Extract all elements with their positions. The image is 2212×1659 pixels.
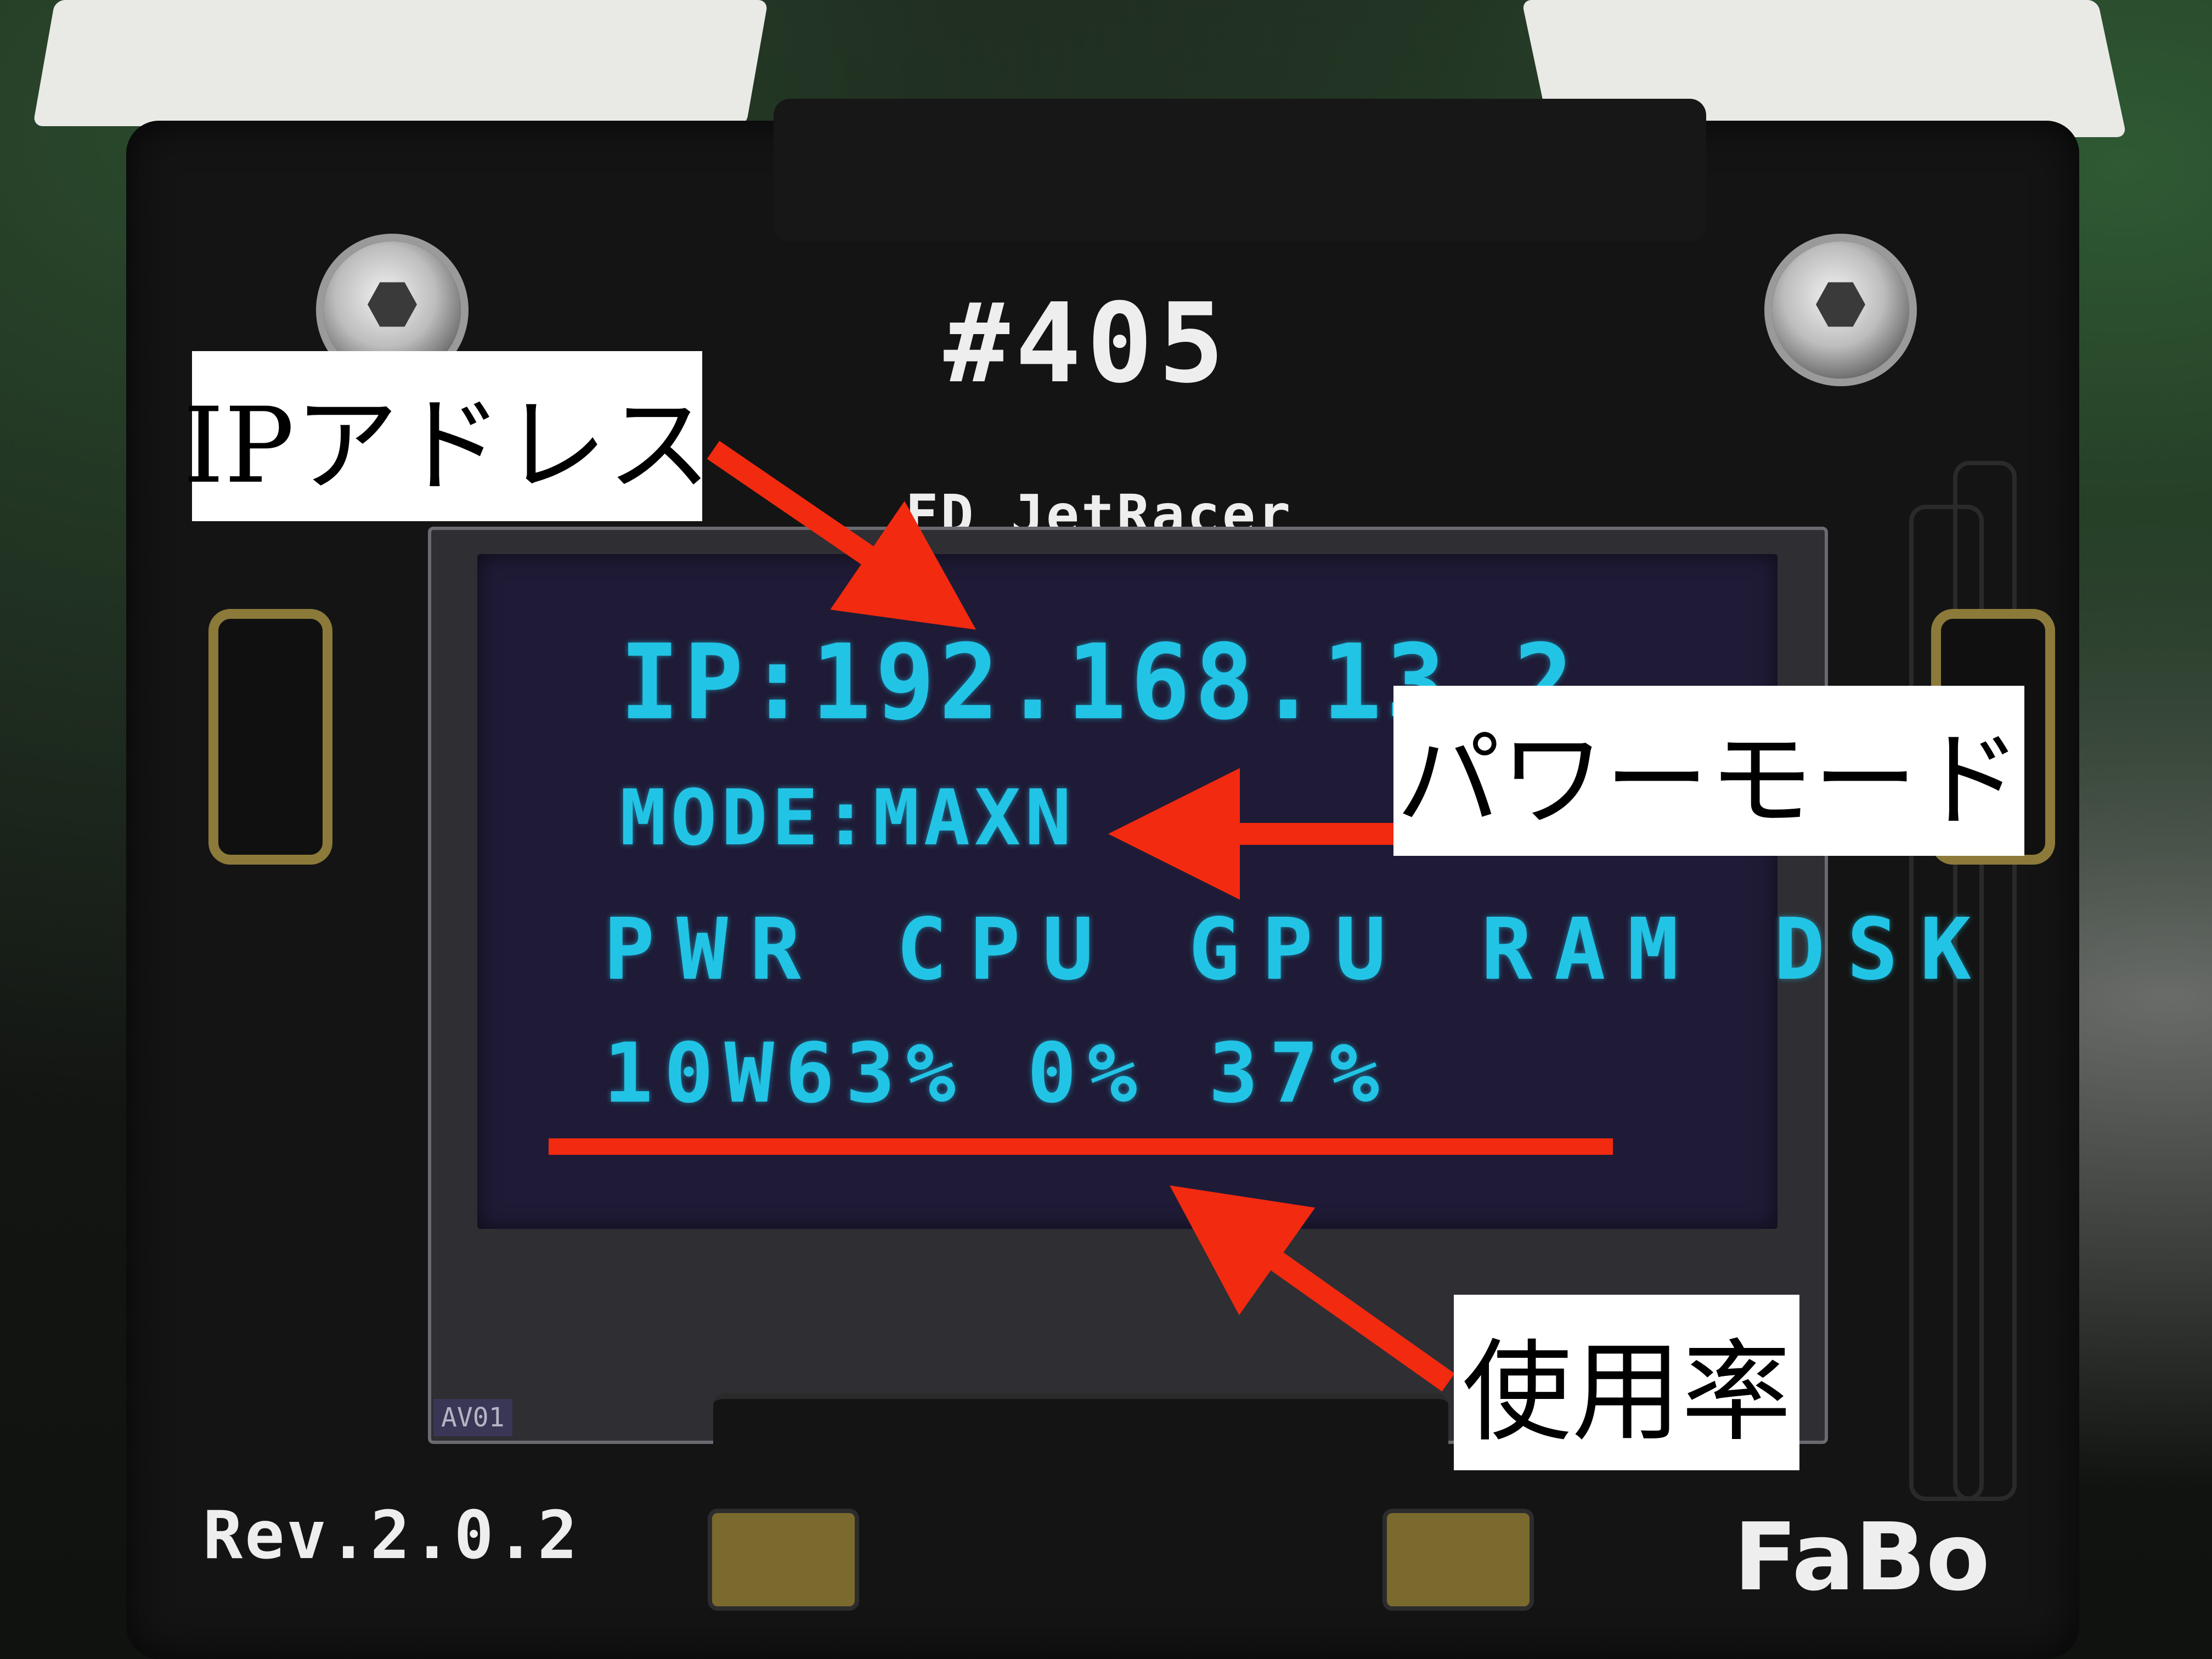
photo-stage: #405 FD JetRacer IP:192.168.13.2 MODE:MA… — [0, 0, 2212, 1659]
oled-header-line: PWR CPU GPU RAM DSK — [603, 900, 1994, 999]
usage-rate-callout: 使用率 — [1454, 1295, 1799, 1470]
connector-pad-right — [1383, 1509, 1534, 1611]
brand-logo: FaBo — [1734, 1503, 1990, 1612]
revision-label: Rev.2.0.2 — [203, 1498, 580, 1574]
white-bracket-left — [32, 0, 769, 126]
ip-address-callout: IPアドレス — [183, 351, 711, 521]
oled-mode-line: MODE:MAXN — [620, 774, 1076, 863]
mount-slot-left — [208, 609, 332, 865]
board-id-label: #405 — [944, 280, 1230, 408]
screw-right-icon — [1772, 241, 1909, 379]
part-label: AV01 — [433, 1399, 512, 1436]
power-mode-callout: パワーモード — [1393, 686, 2024, 856]
oled-values-line: 10W63% 0% 37% — [603, 1026, 1390, 1121]
connector-pad-left — [708, 1509, 859, 1611]
board-top-tab — [774, 99, 1706, 241]
